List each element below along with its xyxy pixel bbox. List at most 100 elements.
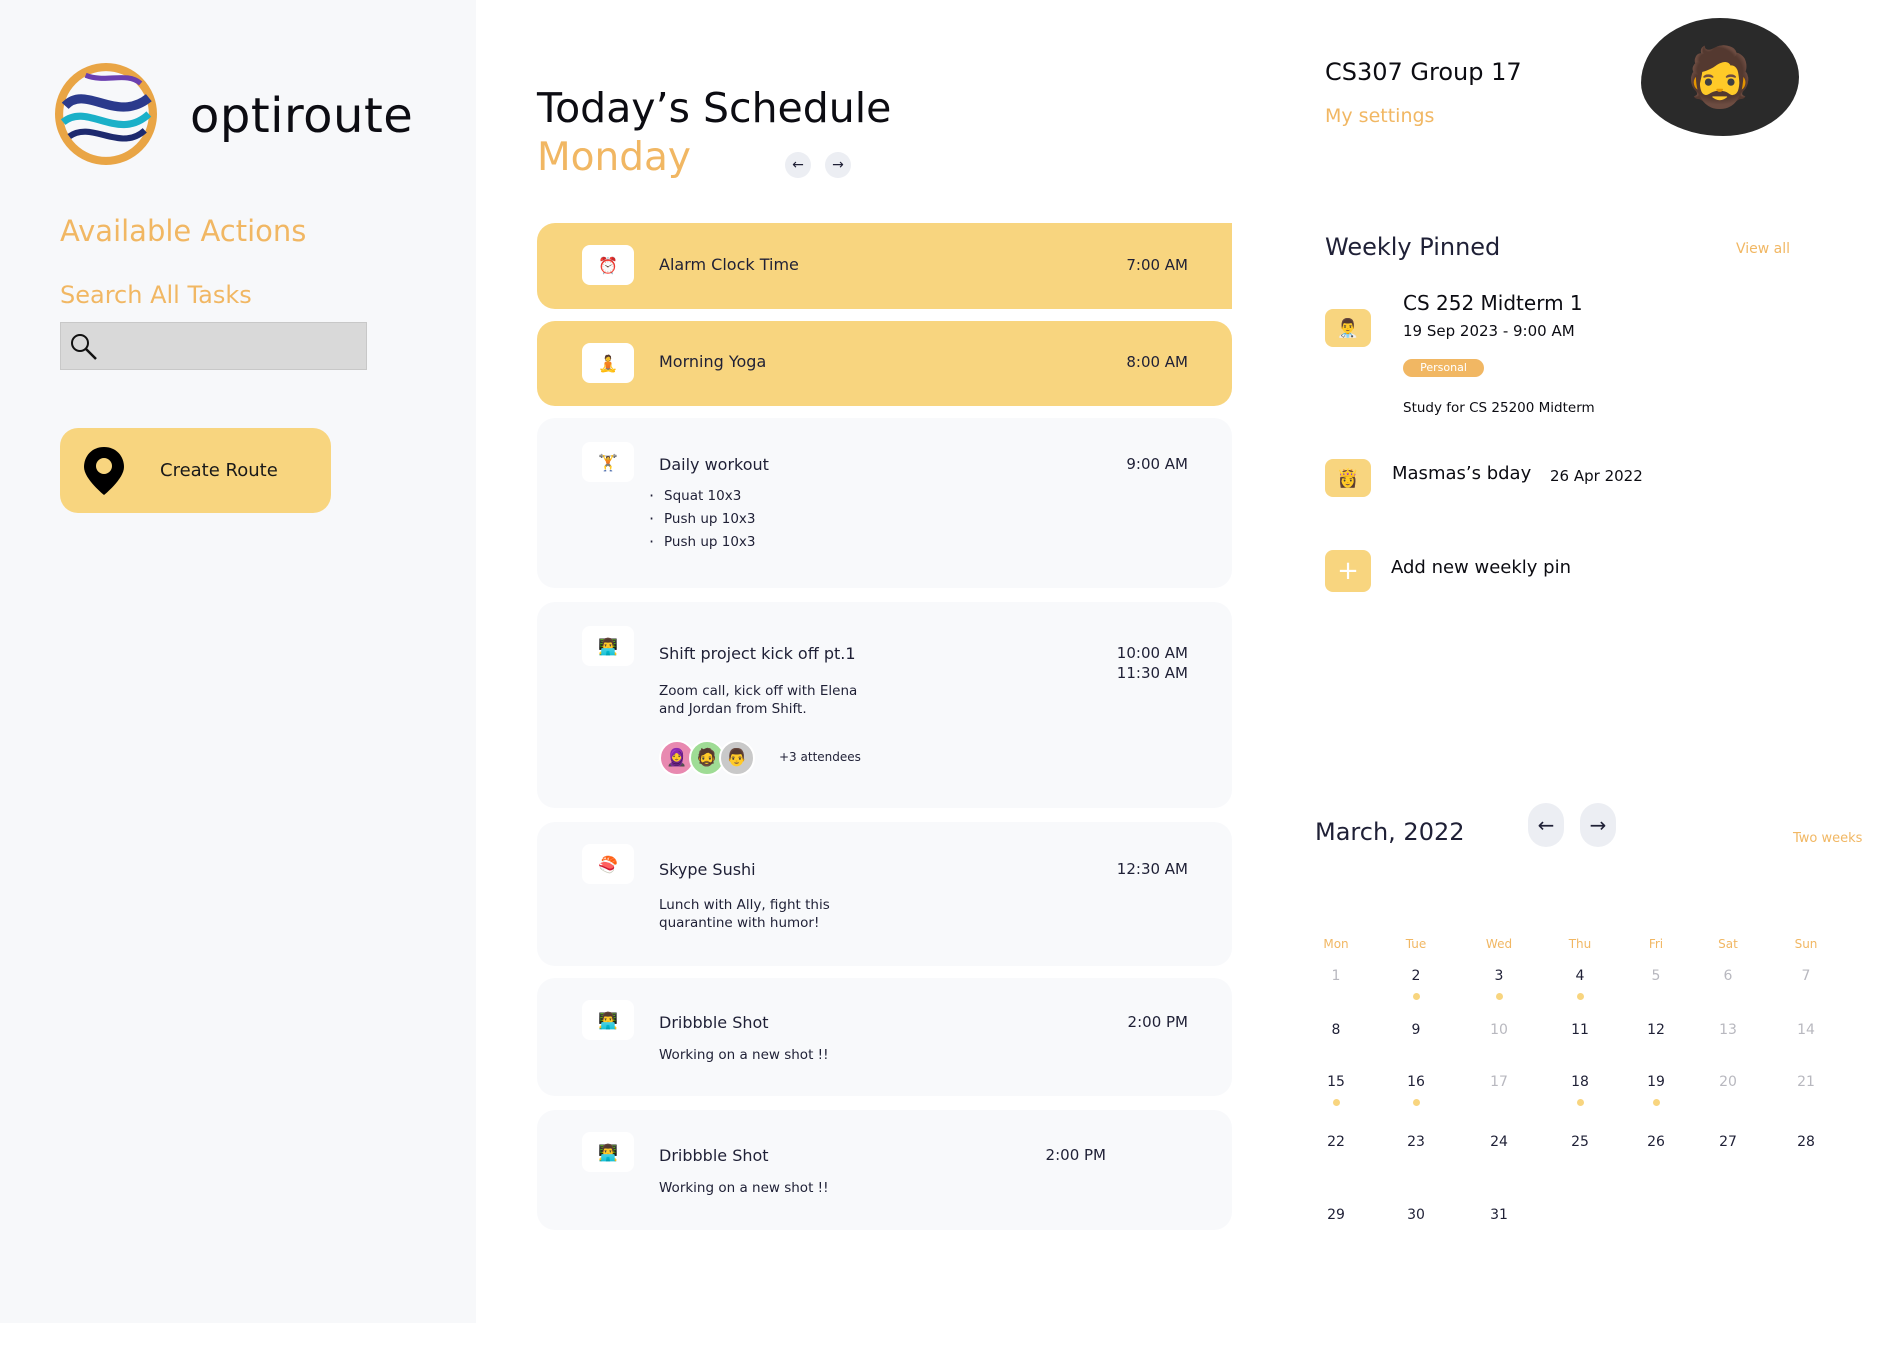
arrow-right-icon: → [1589, 813, 1607, 837]
prev-month-button[interactable]: ← [1528, 803, 1564, 847]
calendar-day[interactable]: 7 [1782, 968, 1830, 984]
schedule-item-time: 7:00 AM [1126, 256, 1188, 274]
schedule-card[interactable]: 🏋 Daily workout 9:00 AM Squat 10x3 Push … [537, 418, 1232, 588]
calendar-day[interactable]: 27 [1704, 1134, 1752, 1150]
calendar-day[interactable]: 16 [1392, 1074, 1440, 1090]
create-route-button[interactable]: Create Route [60, 428, 331, 513]
weekday-label: Tue [1405, 937, 1427, 951]
attendees-count: +3 attendees [779, 750, 861, 764]
event-dot [1495, 993, 1503, 1000]
prev-day-button[interactable]: ← [785, 152, 811, 178]
plus-icon: + [1337, 556, 1359, 586]
calendar-day[interactable]: 5 [1632, 968, 1680, 984]
calendar-day[interactable]: 29 [1312, 1207, 1360, 1223]
calendar-day[interactable]: 1 [1312, 968, 1360, 984]
search-input[interactable] [109, 329, 359, 363]
calendar-day[interactable]: 22 [1312, 1134, 1360, 1150]
search-box [60, 322, 367, 370]
search-label: Search All Tasks [60, 281, 252, 309]
weekday-label: Fri [1648, 937, 1664, 951]
event-dot [1412, 1099, 1420, 1106]
calendar-day[interactable]: 15 [1312, 1074, 1360, 1090]
list-item: Push up 10x3 [649, 509, 756, 534]
add-pin-label[interactable]: Add new weekly pin [1391, 557, 1571, 578]
calendar-day[interactable]: 19 [1632, 1074, 1680, 1090]
schedule-item-title: Alarm Clock Time [659, 255, 799, 274]
arrow-left-icon: ← [792, 157, 804, 173]
calendar-day[interactable]: 3 [1475, 968, 1523, 984]
schedule-item-time: 2:00 PM [1045, 1146, 1106, 1164]
event-dot [1652, 1099, 1660, 1106]
user-avatar-icon: 🧔 [1683, 42, 1757, 111]
pin-title[interactable]: Masmas’s bday [1392, 463, 1531, 484]
calendar-day[interactable]: 18 [1556, 1074, 1604, 1090]
available-actions-heading: Available Actions [60, 214, 307, 248]
calendar-day[interactable]: 24 [1475, 1134, 1523, 1150]
calendar-day[interactable]: 14 [1782, 1022, 1830, 1038]
princess-icon: 👸 [1325, 459, 1371, 497]
calendar-day[interactable]: 28 [1782, 1134, 1830, 1150]
pin-date: 26 Apr 2022 [1550, 467, 1643, 485]
schedule-item-description: Lunch with Ally, fight this quarantine w… [659, 897, 830, 931]
schedule-item-time: 10:00 AM [1116, 644, 1188, 662]
calendar-day[interactable]: 30 [1392, 1207, 1440, 1223]
calendar-day[interactable]: 6 [1704, 968, 1752, 984]
next-month-button[interactable]: → [1580, 803, 1616, 847]
schedule-item-title: Shift project kick off pt.1 [659, 644, 856, 663]
sidebar: optiroute Available Actions Search All T… [0, 0, 476, 1323]
calendar-day[interactable]: 23 [1392, 1134, 1440, 1150]
doctor-icon: 👨‍⚕️ [1325, 309, 1371, 347]
schedule-item-title: Dribbble Shot [659, 1013, 769, 1032]
event-dot [1576, 1099, 1584, 1106]
yoga-icon: 🧘 [582, 343, 634, 383]
add-pin-button[interactable]: + [1325, 550, 1371, 592]
technologist-icon: 👨‍💻 [582, 1000, 634, 1040]
calendar-day[interactable]: 17 [1475, 1074, 1523, 1090]
calendar-day[interactable]: 8 [1312, 1022, 1360, 1038]
schedule-item-title: Daily workout [659, 455, 769, 474]
schedule-card[interactable]: ⏰ Alarm Clock Time 7:00 AM [537, 223, 1232, 309]
weekday-label: Thu [1568, 937, 1592, 951]
create-route-label: Create Route [160, 460, 278, 481]
view-all-link[interactable]: View all [1736, 241, 1790, 257]
attendee-avatars: 🧕 🧔 👨 [659, 740, 769, 776]
my-settings-link[interactable]: My settings [1325, 105, 1434, 127]
alarm-clock-icon: ⏰ [582, 245, 634, 285]
technologist-icon: 👨‍💻 [582, 1132, 634, 1172]
schedule-item-time: 2:00 PM [1127, 1013, 1188, 1031]
calendar-day[interactable]: 10 [1475, 1022, 1523, 1038]
app-logo [55, 63, 157, 165]
schedule-item-time: 8:00 AM [1126, 353, 1188, 371]
calendar-day[interactable]: 11 [1556, 1022, 1604, 1038]
event-dot [1332, 1099, 1340, 1106]
calendar-day[interactable]: 26 [1632, 1134, 1680, 1150]
pin-title[interactable]: CS 252 Midterm 1 [1403, 291, 1583, 315]
weekday-label: Mon [1323, 937, 1349, 951]
schedule-card[interactable]: 🍣 Skype Sushi 12:30 AM Lunch with Ally, … [537, 822, 1232, 966]
brand-name: optiroute [190, 88, 414, 144]
schedule-item-time: 12:30 AM [1116, 860, 1188, 878]
calendar-day[interactable]: 13 [1704, 1022, 1752, 1038]
schedule-day: Monday [537, 135, 691, 180]
schedule-card[interactable]: 👨‍💻 Dribbble Shot 2:00 PM Working on a n… [537, 1110, 1232, 1230]
calendar-day[interactable]: 20 [1704, 1074, 1752, 1090]
arrow-left-icon: ← [1537, 813, 1555, 837]
schedule-card[interactable]: 👨‍💻 Dribbble Shot 2:00 PM Working on a n… [537, 978, 1232, 1096]
schedule-item-title: Skype Sushi [659, 860, 756, 879]
calendar-day[interactable]: 31 [1475, 1207, 1523, 1223]
group-name: CS307 Group 17 [1325, 58, 1522, 86]
two-weeks-toggle[interactable]: Two weeks [1793, 831, 1862, 846]
schedule-title: Today’s Schedule [537, 84, 892, 132]
calendar-day[interactable]: 25 [1556, 1134, 1604, 1150]
schedule-item-end-time: 11:30 AM [1116, 664, 1188, 682]
calendar-day[interactable]: 2 [1392, 968, 1440, 984]
calendar-day[interactable]: 4 [1556, 968, 1604, 984]
weekly-pinned-heading: Weekly Pinned [1325, 233, 1501, 261]
schedule-card[interactable]: 👨‍💻 Shift project kick off pt.1 10:00 AM… [537, 602, 1232, 808]
next-day-button[interactable]: → [825, 152, 851, 178]
profile-avatar[interactable]: 🧔 [1641, 18, 1799, 136]
calendar-day[interactable]: 9 [1392, 1022, 1440, 1038]
schedule-card[interactable]: 🧘 Morning Yoga 8:00 AM [537, 321, 1232, 406]
calendar-day[interactable]: 12 [1632, 1022, 1680, 1038]
calendar-day[interactable]: 21 [1782, 1074, 1830, 1090]
